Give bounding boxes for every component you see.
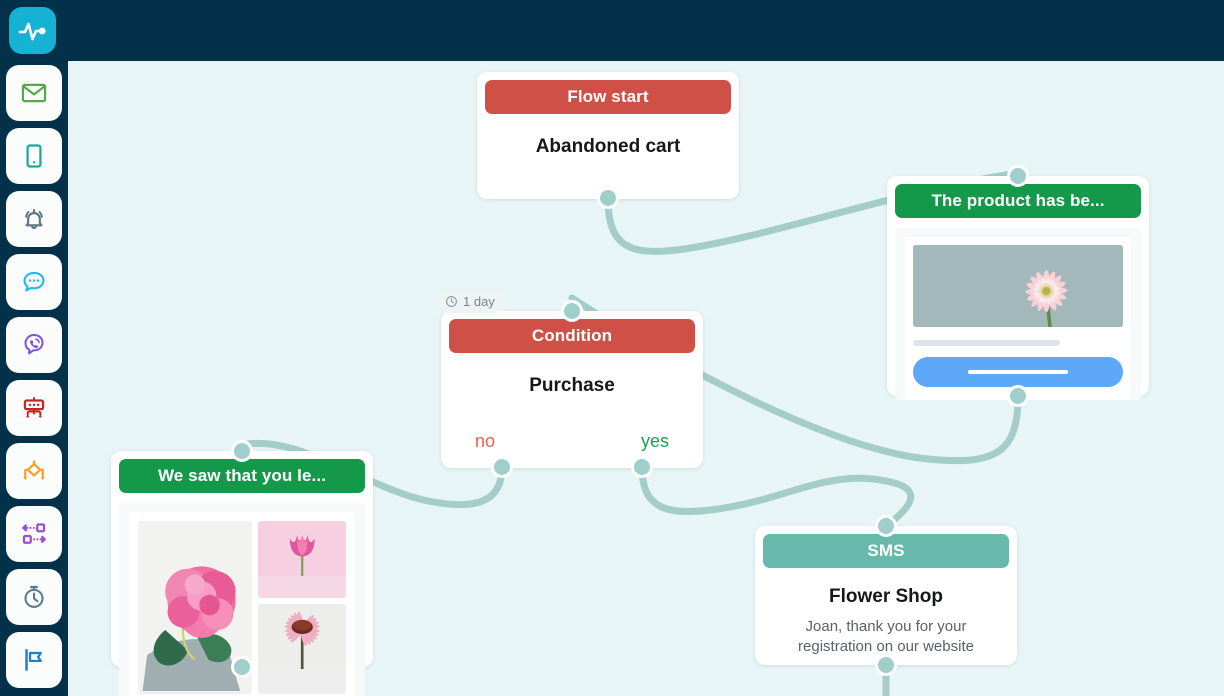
- port-condition-out-yes[interactable]: [631, 456, 653, 478]
- port-condition-out-no[interactable]: [491, 456, 513, 478]
- sidebar-item-web-push[interactable]: [6, 191, 62, 247]
- node-sms-title: Flower Shop: [829, 586, 943, 607]
- port-email-left-behind-out[interactable]: [231, 656, 253, 678]
- port-email-left-behind-in[interactable]: [231, 440, 253, 462]
- sidebar-item-timer[interactable]: [6, 569, 62, 625]
- flow-canvas[interactable]: Flow start Abandoned cart 1 day Conditio…: [68, 61, 1224, 696]
- node-sms-message: Joan, thank you for your registration on…: [798, 618, 974, 655]
- email-icon: [21, 83, 47, 103]
- clock-icon: [446, 296, 457, 307]
- api-request-icon: [22, 523, 46, 544]
- node-flow-start[interactable]: Flow start Abandoned cart: [477, 72, 739, 199]
- node-flow-start-header: Flow start: [485, 80, 731, 114]
- collage-image-tulip: [257, 521, 346, 598]
- pink-gerbera-daisy-photo: [913, 245, 1123, 327]
- viber-icon: [24, 333, 44, 355]
- sidebar-item-chat[interactable]: [6, 254, 62, 310]
- node-sms[interactable]: SMS Flower Shop Joan, thank you for your…: [755, 526, 1017, 665]
- node-email-left-behind[interactable]: We saw that you le...: [111, 451, 373, 696]
- condition-icon: [23, 460, 45, 481]
- node-email-product[interactable]: The product has be...: [887, 176, 1149, 400]
- flow-builder-app: Flow start Abandoned cart 1 day Conditio…: [0, 0, 1224, 696]
- email-hero-image: [913, 245, 1123, 327]
- port-condition-in[interactable]: [561, 300, 583, 322]
- sidebar-item-chat-bot[interactable]: [6, 380, 62, 436]
- node-condition-branches: no yes: [441, 431, 703, 452]
- node-condition-title: Purchase: [529, 375, 615, 396]
- node-condition-header: Condition: [449, 319, 695, 353]
- top-header-bar: [0, 0, 1224, 61]
- collage-image-echinacea: [257, 603, 346, 694]
- port-sms-out[interactable]: [875, 654, 897, 676]
- port-email-product-out[interactable]: [1007, 385, 1029, 407]
- branch-label-no[interactable]: no: [475, 431, 495, 452]
- email-cta-label-placeholder: [967, 370, 1069, 374]
- node-condition[interactable]: Condition Purchase no yes: [441, 311, 703, 468]
- sidebar-item-mobile-push[interactable]: [6, 128, 62, 184]
- node-sms-header: SMS: [763, 534, 1009, 568]
- chat-icon: [23, 271, 45, 292]
- email-cta-button[interactable]: [913, 357, 1123, 387]
- delay-badge-label: 1 day: [463, 294, 495, 309]
- node-flow-start-title: Abandoned cart: [535, 136, 681, 157]
- sidebar-item-goal[interactable]: [6, 632, 62, 688]
- edge-condition-yes-to-sms: [638, 463, 915, 530]
- sidebar-item-email[interactable]: [6, 65, 62, 121]
- web-push-icon: [25, 209, 43, 230]
- sidebar-item-viber[interactable]: [6, 317, 62, 373]
- branch-label-yes[interactable]: yes: [641, 431, 669, 452]
- goal-flag-icon: [25, 648, 42, 672]
- node-email-left-behind-header: We saw that you le...: [119, 459, 365, 493]
- timer-icon: [24, 585, 44, 608]
- mobile-push-icon: [26, 144, 42, 168]
- pulse-logo-icon: [18, 22, 46, 40]
- sidebar-item-api-request[interactable]: [6, 506, 62, 562]
- node-type-sidebar: [0, 61, 68, 696]
- pink-echinacea-photo: [257, 603, 346, 670]
- port-flow-start-out[interactable]: [597, 187, 619, 209]
- email-preview-product: [895, 228, 1141, 400]
- port-sms-in[interactable]: [875, 515, 897, 537]
- app-logo[interactable]: [9, 7, 56, 54]
- port-email-product-in[interactable]: [1007, 165, 1029, 187]
- chatbot-icon: [23, 396, 45, 418]
- email-text-placeholder: [913, 340, 1060, 346]
- node-email-product-header: The product has be...: [895, 184, 1141, 218]
- delay-badge-condition[interactable]: 1 day: [438, 290, 504, 313]
- sidebar-item-condition[interactable]: [6, 443, 62, 499]
- pink-tulip-photo: [257, 521, 346, 576]
